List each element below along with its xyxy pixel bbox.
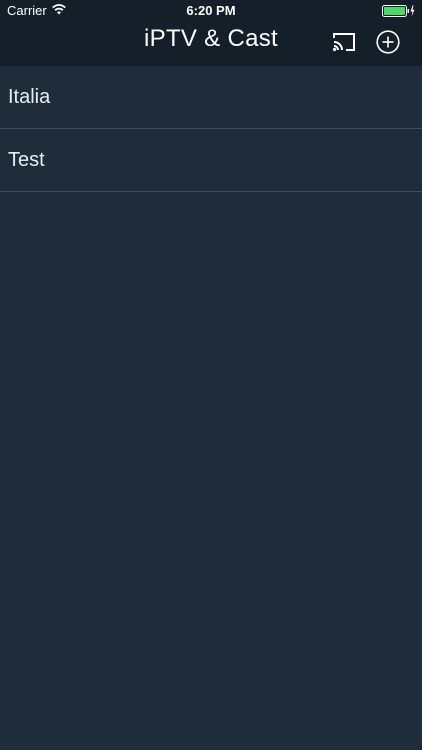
list-item-label: Italia <box>8 86 51 108</box>
playlist-list: Italia Test <box>0 66 422 192</box>
add-circle-icon[interactable] <box>376 30 400 54</box>
list-item-test[interactable]: Test <box>0 129 422 192</box>
page-title: iPTV & Cast <box>144 25 278 52</box>
status-bar: Carrier 6:20 PM <box>0 0 422 22</box>
navigation-bar: Carrier 6:20 PM iPTV & Cast <box>0 0 422 66</box>
list-item-italia[interactable]: Italia <box>0 66 422 129</box>
app-screen: Carrier 6:20 PM iPTV & Cast Italia Test <box>0 0 422 750</box>
cast-icon[interactable] <box>331 31 357 53</box>
list-item-label: Test <box>8 149 45 171</box>
status-time: 6:20 PM <box>186 3 236 18</box>
battery-icon <box>382 5 415 17</box>
